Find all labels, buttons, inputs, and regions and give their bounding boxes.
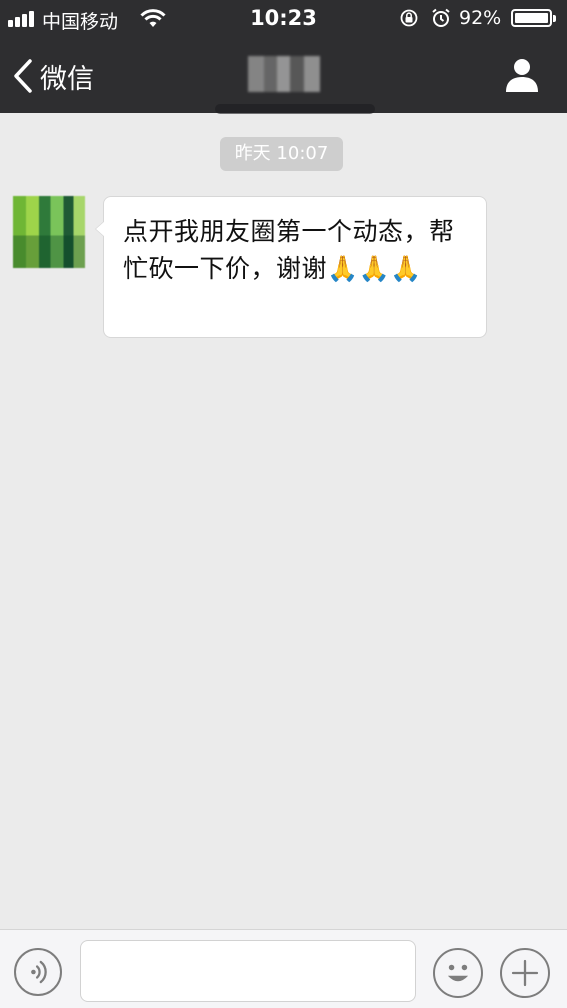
message-text: 点开我朋友圈第一个动态，帮忙砍一下价，谢谢🙏🙏🙏: [123, 217, 455, 283]
battery-percent: 92%: [459, 7, 502, 29]
back-label: 微信: [40, 63, 94, 95]
status-bar: 中国移动 10:23 92%: [0, 0, 567, 38]
alarm-icon: [432, 8, 450, 27]
orientation-lock-icon: [400, 9, 418, 27]
top-bar: 中国移动 10:23 92% 微信: [0, 0, 567, 114]
plus-icon: [511, 959, 539, 987]
battery-icon: [511, 9, 556, 27]
more-button[interactable]: [500, 948, 550, 998]
back-button[interactable]: 微信: [12, 56, 94, 96]
title-bar-shadow: [215, 104, 375, 114]
message-bubble[interactable]: 点开我朋友圈第一个动态，帮忙砍一下价，谢谢🙏🙏🙏: [95, 196, 487, 338]
voice-icon: [31, 960, 47, 984]
voice-button[interactable]: [14, 948, 62, 996]
message-timestamp: 昨天 10:07: [220, 137, 343, 171]
emoji-button[interactable]: [433, 948, 483, 998]
chat-title-obscured: [248, 56, 320, 92]
emoji-face-icon: [447, 964, 469, 982]
message-input[interactable]: [80, 940, 416, 1002]
contact-avatar[interactable]: [13, 196, 85, 268]
nav-bar: 微信: [0, 38, 567, 113]
chevron-left-icon: [14, 59, 32, 93]
person-icon[interactable]: [503, 56, 541, 94]
input-bar: [0, 929, 567, 1008]
